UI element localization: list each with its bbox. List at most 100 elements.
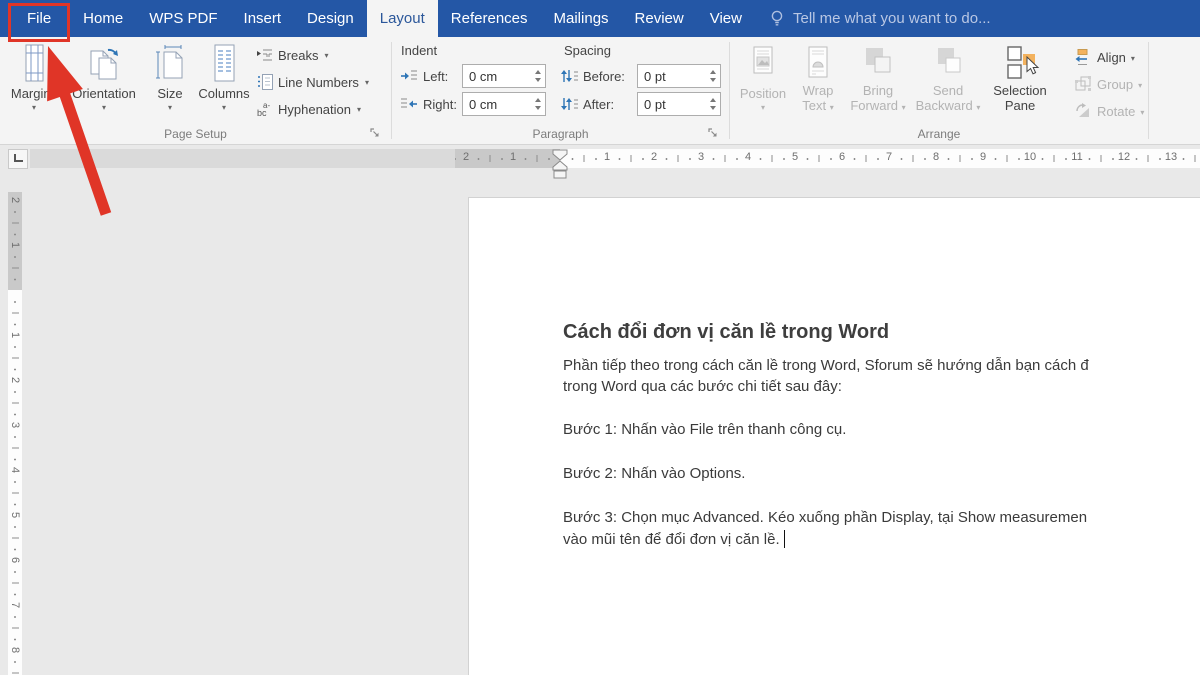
dropdown-caret: ▾ bbox=[32, 103, 36, 112]
tab-view[interactable]: View bbox=[697, 0, 755, 37]
rotate-button[interactable]: Rotate ▾ bbox=[1074, 99, 1144, 123]
word-window: File Home WPS PDF Insert Design Layout R… bbox=[0, 0, 1200, 675]
paragraph-dialog-launcher[interactable] bbox=[708, 128, 718, 138]
dropdown-caret: ▾ bbox=[102, 103, 106, 112]
spacing-before-icon bbox=[560, 68, 578, 84]
send-backward-icon bbox=[932, 43, 964, 83]
group-paragraph: Indent Spacing Left: 0 cm Right: bbox=[392, 37, 729, 144]
tab-mailings[interactable]: Mailings bbox=[541, 0, 622, 37]
columns-icon bbox=[209, 43, 239, 83]
spacing-after-spinner[interactable] bbox=[705, 93, 720, 115]
spacing-after-input[interactable]: 0 pt bbox=[637, 92, 721, 116]
v-ruler-margin bbox=[8, 192, 22, 290]
doc-line: Phần tiếp theo trong cách căn lề trong W… bbox=[563, 357, 1089, 374]
indent-left-spinner[interactable] bbox=[530, 65, 545, 87]
ribbon-tab-bar: File Home WPS PDF Insert Design Layout R… bbox=[0, 0, 1200, 37]
breaks-button[interactable]: Breaks ▾ bbox=[256, 43, 328, 67]
doc-line: Bước 2: Nhấn vào Options. bbox=[563, 465, 745, 482]
rotate-icon bbox=[1074, 102, 1092, 120]
group-label-page-setup: Page Setup bbox=[0, 127, 391, 141]
dropdown-caret: ▾ bbox=[365, 78, 369, 87]
spacing-before-label: Before: bbox=[583, 69, 625, 84]
dropdown-caret: ▾ bbox=[976, 103, 980, 112]
indent-right-label: Right: bbox=[423, 97, 457, 112]
h-ruler bbox=[560, 149, 1200, 168]
margins-button[interactable]: Margins ▾ bbox=[6, 40, 62, 141]
page-setup-dialog-launcher[interactable] bbox=[370, 128, 380, 138]
align-icon bbox=[1074, 48, 1092, 66]
text-cursor bbox=[784, 530, 785, 548]
doc-line: Bước 1: Nhấn vào File trên thanh công cụ… bbox=[563, 421, 846, 438]
size-icon bbox=[155, 43, 185, 83]
doc-line: Bước 3: Chọn mục Advanced. Kéo xuống phầ… bbox=[563, 509, 1087, 526]
tab-home[interactable]: Home bbox=[70, 0, 136, 37]
dropdown-caret: ▾ bbox=[168, 103, 172, 112]
tab-layout[interactable]: Layout bbox=[367, 0, 438, 37]
doc-heading: Cách đổi đơn vị căn lề trong Word bbox=[563, 321, 889, 344]
indent-left-label: Left: bbox=[423, 69, 448, 84]
tab-wps-pdf[interactable]: WPS PDF bbox=[136, 0, 230, 37]
columns-button[interactable]: Columns ▾ bbox=[196, 40, 252, 141]
h-ruler-outside bbox=[30, 149, 455, 168]
spacing-header: Spacing bbox=[564, 43, 611, 58]
selection-pane-button[interactable]: Selection Pane bbox=[988, 40, 1052, 141]
h-ruler-margin bbox=[455, 149, 560, 168]
position-icon bbox=[748, 43, 778, 83]
selection-pane-icon bbox=[1003, 43, 1037, 83]
dropdown-caret: ▾ bbox=[222, 103, 226, 112]
group-arrange: Position ▾ Wrap Text ▾ bbox=[730, 37, 1148, 144]
dropdown-caret: ▾ bbox=[324, 51, 328, 60]
orientation-icon bbox=[87, 43, 121, 83]
dropdown-caret: ▾ bbox=[902, 103, 906, 112]
spacing-after-row: After: bbox=[560, 92, 614, 116]
wrap-text-icon bbox=[803, 43, 833, 83]
indent-right-spinner[interactable] bbox=[530, 93, 545, 115]
svg-text:bc: bc bbox=[257, 108, 267, 118]
indent-header: Indent bbox=[401, 43, 437, 58]
size-button[interactable]: Size ▾ bbox=[148, 40, 192, 141]
indent-left-input[interactable]: 0 cm bbox=[462, 64, 546, 88]
group-label-paragraph: Paragraph bbox=[392, 127, 729, 141]
ribbon: Margins ▾ Orientation ▾ bbox=[0, 37, 1200, 145]
group-separator bbox=[1148, 42, 1149, 139]
dropdown-caret: ▾ bbox=[1138, 81, 1142, 90]
margins-icon bbox=[19, 43, 49, 83]
align-button[interactable]: Align ▾ bbox=[1074, 45, 1135, 69]
lightbulb-icon bbox=[769, 9, 785, 29]
indent-right-icon bbox=[400, 96, 418, 112]
indent-right-input[interactable]: 0 cm bbox=[462, 92, 546, 116]
position-button[interactable]: Position ▾ bbox=[738, 40, 788, 141]
tab-insert[interactable]: Insert bbox=[231, 0, 295, 37]
spacing-before-row: Before: bbox=[560, 64, 625, 88]
send-backward-button[interactable]: Send Backward ▾ bbox=[912, 40, 984, 141]
orientation-button[interactable]: Orientation ▾ bbox=[64, 40, 144, 141]
tab-selector[interactable] bbox=[8, 149, 28, 169]
tab-review[interactable]: Review bbox=[622, 0, 697, 37]
hyphenation-button[interactable]: a- bc Hyphenation ▾ bbox=[256, 97, 361, 121]
spacing-before-input[interactable]: 0 pt bbox=[637, 64, 721, 88]
spacing-after-label: After: bbox=[583, 97, 614, 112]
group-button[interactable]: Group ▾ bbox=[1074, 72, 1142, 96]
bring-forward-button[interactable]: Bring Forward ▾ bbox=[848, 40, 908, 141]
indent-right-row: Right: bbox=[400, 92, 457, 116]
spacing-before-spinner[interactable] bbox=[705, 65, 720, 87]
highlight-box-file bbox=[8, 3, 70, 42]
tab-references[interactable]: References bbox=[438, 0, 541, 37]
spacing-after-icon bbox=[560, 96, 578, 112]
doc-line: vào mũi tên để đổi đơn vị căn lề. bbox=[563, 530, 785, 548]
bring-forward-icon bbox=[862, 43, 894, 83]
dropdown-caret: ▾ bbox=[761, 103, 765, 112]
breaks-icon bbox=[256, 46, 274, 64]
page: Cách đổi đơn vị căn lề trong Word Phần t… bbox=[468, 197, 1200, 675]
tab-design[interactable]: Design bbox=[294, 0, 367, 37]
wrap-text-button[interactable]: Wrap Text ▾ bbox=[792, 40, 844, 141]
line-numbers-button[interactable]: Line Numbers ▾ bbox=[256, 70, 369, 94]
dropdown-caret: ▾ bbox=[357, 105, 361, 114]
dropdown-caret: ▾ bbox=[1140, 108, 1144, 117]
group-page-setup: Margins ▾ Orientation ▾ bbox=[0, 37, 391, 144]
document-area: 2112345678910111213 2112345678 Cách đổi … bbox=[0, 145, 1200, 675]
indent-left-icon bbox=[400, 68, 418, 84]
indent-markers[interactable] bbox=[551, 147, 569, 179]
tell-me-box[interactable]: Tell me what you want to do... bbox=[769, 0, 991, 37]
dropdown-caret: ▾ bbox=[830, 103, 834, 112]
